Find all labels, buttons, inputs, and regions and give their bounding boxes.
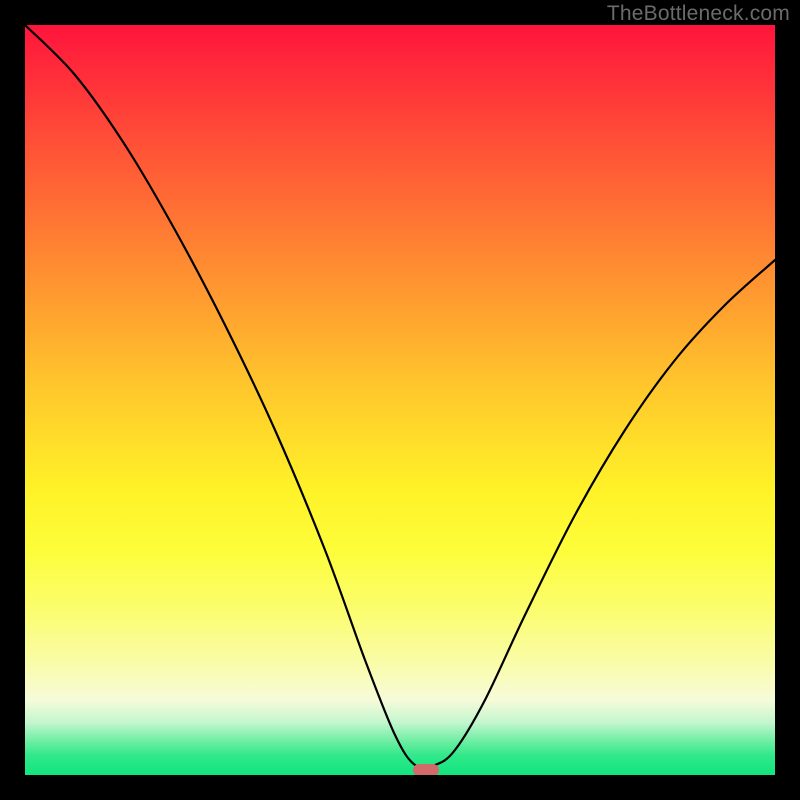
optimal-point-marker xyxy=(413,764,439,775)
bottleneck-curve xyxy=(25,25,775,775)
chart-frame: TheBottleneck.com xyxy=(0,0,800,800)
watermark-text: TheBottleneck.com xyxy=(607,2,790,26)
plot-area xyxy=(25,25,775,775)
